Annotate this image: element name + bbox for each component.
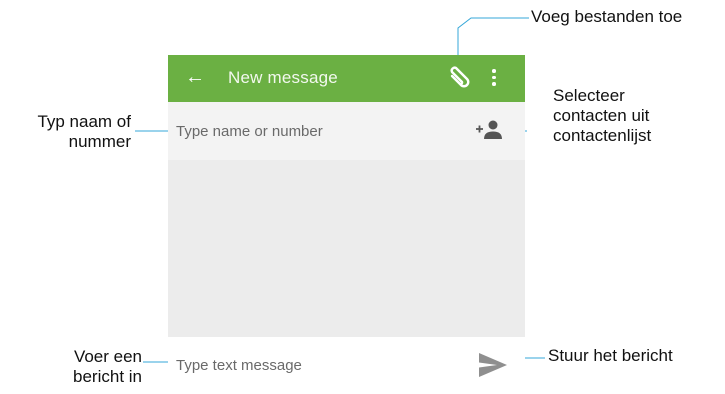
callout-send: Stuur het bericht: [548, 346, 673, 366]
callout-attach: Voeg bestanden toe: [531, 7, 682, 27]
paperclip-icon[interactable]: [444, 64, 474, 94]
callout-contacts-line: contactenlijst: [553, 126, 652, 145]
app-bar: ← New message: [168, 55, 525, 102]
callout-recipient: Typ naam of nummer: [37, 112, 131, 152]
callout-contacts: Selecteer contacten uit contactenlijst: [553, 86, 651, 146]
callout-contacts-line: contacten uit: [553, 106, 650, 125]
recipient-bar: [168, 102, 525, 160]
page-title: New message: [228, 68, 338, 87]
send-icon[interactable]: [477, 351, 509, 379]
compose-bar: [168, 337, 525, 393]
callout-recipient-line: Typ naam of: [37, 112, 131, 131]
callout-recipient-line: nummer: [68, 132, 131, 151]
add-contact-icon[interactable]: [474, 119, 504, 141]
more-options-icon[interactable]: [491, 69, 497, 89]
back-arrow-icon[interactable]: ←: [185, 65, 205, 89]
callout-attach-text: Voeg bestanden toe: [531, 7, 683, 26]
message-input[interactable]: [176, 354, 446, 376]
messaging-screen: ← New message: [168, 55, 525, 393]
message-thread-area: [168, 160, 525, 337]
recipient-input[interactable]: [176, 120, 446, 142]
callout-send-text: Stuur het bericht: [548, 346, 673, 365]
callout-compose-line: bericht in: [73, 367, 142, 386]
callout-compose-line: Voer een: [73, 347, 142, 366]
callout-contacts-line: Selecteer: [553, 86, 625, 105]
callout-compose: Voer een bericht in: [73, 347, 142, 387]
